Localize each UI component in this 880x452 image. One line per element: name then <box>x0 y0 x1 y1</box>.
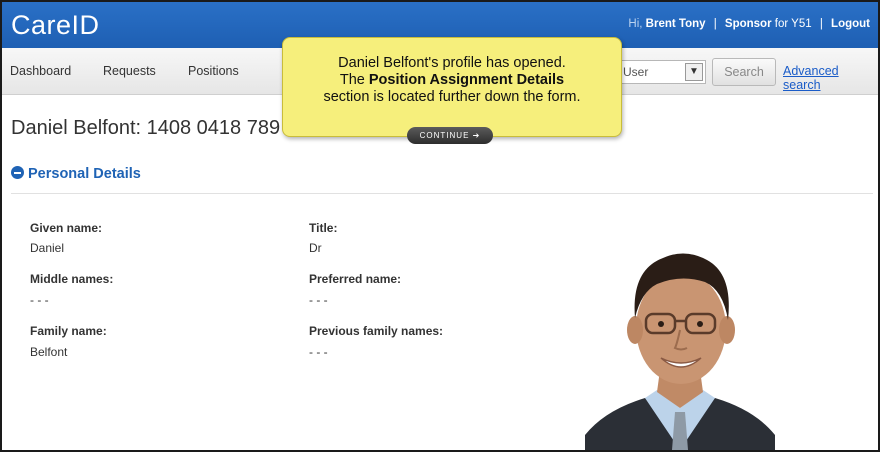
user-bar: Hi, Brent Tony | Sponsor for Y51 | Logou… <box>628 18 870 30</box>
preferred-name-value: - - - <box>309 293 328 307</box>
sponsor-for: for Y51 <box>774 18 812 30</box>
callout-line-1: Daniel Belfont's profile has opened. <box>338 55 566 71</box>
personal-details-header[interactable]: Personal Details <box>11 166 141 182</box>
family-name-label: Family name: <box>30 324 107 338</box>
nav-dashboard[interactable]: Dashboard <box>10 64 71 78</box>
nav-positions[interactable]: Positions <box>188 64 239 78</box>
nav-requests[interactable]: Requests <box>103 64 156 78</box>
previous-family-names-label: Previous family names: <box>309 324 444 338</box>
separator: | <box>713 18 717 30</box>
greeting: Hi, <box>628 18 643 30</box>
tutorial-callout: Daniel Belfont's profile has opened. The… <box>282 37 622 137</box>
callout-line-2: The Position Assignment Details <box>283 72 621 89</box>
title-value: Dr <box>309 241 322 255</box>
separator: | <box>819 18 823 30</box>
family-name-value: Belfont <box>30 345 68 359</box>
title-label: Title: <box>309 221 338 235</box>
collapse-icon[interactable] <box>11 166 24 179</box>
callout-line-2-bold: Position Assignment Details <box>368 72 565 88</box>
middle-names-label: Middle names: <box>30 272 114 286</box>
continue-button[interactable]: CONTINUE ➔ <box>407 127 493 144</box>
section-title: Personal Details <box>28 166 141 182</box>
page-title: Daniel Belfont: 1408 0418 789 <box>11 117 281 139</box>
sponsor-role: Sponsor <box>724 18 772 30</box>
user-name[interactable]: Brent Tony <box>646 18 706 30</box>
search-button[interactable]: Search <box>712 58 776 86</box>
callout-text: Daniel Belfont's profile has opened. The… <box>283 55 621 106</box>
search-type-value: User <box>623 65 649 79</box>
advanced-search-link[interactable]: Advanced search <box>783 64 878 92</box>
careid-logo[interactable]: CareID <box>11 10 100 41</box>
previous-family-names-value: - - - <box>309 345 328 359</box>
browser-frame: CareID Hi, Brent Tony | Sponsor for Y51 … <box>0 0 880 452</box>
callout-line-3: section is located further down the form… <box>323 89 581 105</box>
section-divider <box>11 193 873 194</box>
preferred-name-label: Preferred name: <box>309 272 402 286</box>
search-type-select[interactable]: User ▼ <box>614 60 706 84</box>
middle-names-value: - - - <box>30 293 49 307</box>
given-name-value: Daniel <box>30 241 65 255</box>
logout-link[interactable]: Logout <box>831 18 870 30</box>
chevron-down-icon[interactable]: ▼ <box>685 63 703 81</box>
profile-photo <box>585 253 775 450</box>
callout-line-2-prefix: The <box>339 72 369 88</box>
given-name-label: Given name: <box>30 221 103 235</box>
